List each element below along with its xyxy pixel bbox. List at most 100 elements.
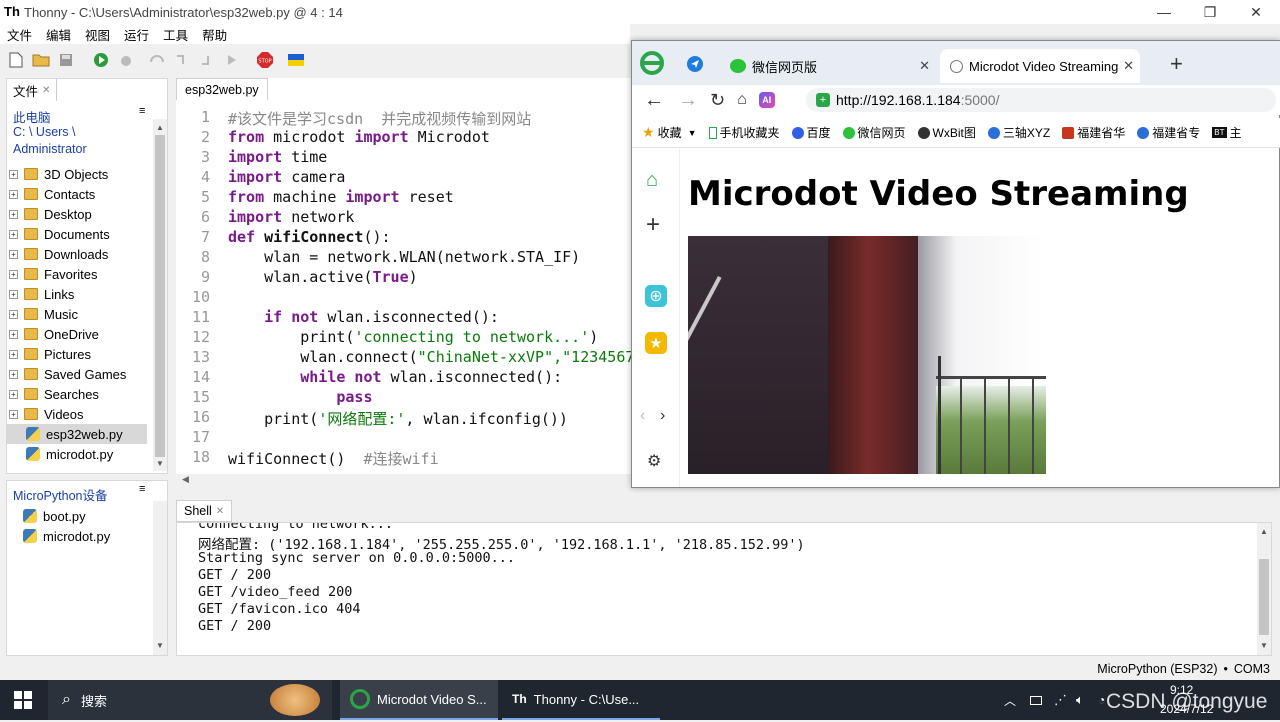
file-tree-item[interactable]: +3D Objects bbox=[7, 164, 147, 184]
menu-tools[interactable]: 工具 bbox=[156, 25, 195, 44]
expand-icon[interactable]: + bbox=[9, 389, 18, 399]
home-icon[interactable]: ⌂ bbox=[646, 169, 658, 192]
expand-icon[interactable]: + bbox=[9, 329, 18, 339]
add-icon[interactable]: + bbox=[646, 211, 660, 239]
file-tree-item[interactable]: + Contacts bbox=[7, 184, 147, 204]
new-file-button[interactable] bbox=[6, 50, 26, 70]
close-tab-icon[interactable]: ✕ bbox=[1123, 58, 1134, 74]
bookmark-bt[interactable]: BT 主 bbox=[1212, 124, 1242, 141]
resume-button[interactable] bbox=[222, 50, 242, 70]
port-status[interactable]: COM3 bbox=[1234, 662, 1270, 676]
file-tree-item[interactable]: + Searches bbox=[7, 384, 147, 404]
file-tree-item[interactable]: microdot.py bbox=[7, 444, 147, 464]
bookmark-fujian2[interactable]: 福建省专 bbox=[1137, 124, 1200, 141]
bookmark-wxbit[interactable]: WxBit图 bbox=[917, 124, 976, 141]
send-icon[interactable] bbox=[686, 55, 704, 76]
bookmark-fujian1[interactable]: 福建省华 bbox=[1062, 124, 1125, 141]
editor-hscrollbar[interactable]: ◀ bbox=[176, 474, 632, 488]
close-tab-icon[interactable]: ✕ bbox=[216, 506, 224, 517]
stop-button[interactable]: STOP bbox=[255, 50, 275, 70]
expand-icon[interactable]: + bbox=[9, 189, 18, 199]
device-panel-title[interactable]: MicroPython设备 bbox=[13, 485, 107, 504]
volume-icon[interactable]: 🔈︎ bbox=[1076, 680, 1084, 720]
file-tree-item[interactable]: + Videos bbox=[7, 404, 147, 424]
bookmark-favorites[interactable]: ★ 收藏 ▼ bbox=[642, 124, 697, 141]
menu-edit[interactable]: 编辑 bbox=[39, 25, 78, 44]
open-file-button[interactable] bbox=[31, 50, 51, 70]
expand-icon[interactable]: + bbox=[9, 209, 18, 219]
expand-icon[interactable]: + bbox=[9, 269, 18, 279]
file-tree-item[interactable]: + Saved Games bbox=[7, 364, 147, 384]
close-button[interactable]: ✕ bbox=[1233, 0, 1279, 24]
save-button[interactable] bbox=[56, 50, 76, 70]
minimize-button[interactable]: — bbox=[1141, 0, 1187, 24]
ukraine-flag-icon[interactable] bbox=[286, 50, 306, 70]
chevron-left-icon[interactable]: ‹ bbox=[640, 407, 645, 425]
taskbar-search[interactable]: ⌕ 搜索 bbox=[48, 680, 332, 720]
maximize-button[interactable]: ❐ bbox=[1187, 0, 1233, 24]
step-out-button[interactable] bbox=[197, 50, 217, 70]
star-app-icon[interactable]: ★ bbox=[645, 332, 667, 354]
home-button[interactable]: ⌂ bbox=[737, 91, 747, 109]
show-hidden-icons[interactable]: ︿ bbox=[1004, 680, 1016, 720]
files-scrollbar[interactable]: ▲ ▼ bbox=[153, 119, 167, 471]
expand-icon[interactable]: + bbox=[9, 249, 18, 259]
chevron-right-icon[interactable]: › bbox=[660, 407, 665, 425]
bookmark-mobile[interactable]: 手机收藏夹 bbox=[708, 124, 780, 141]
shell-scrollbar[interactable]: ▲ ▼ bbox=[1257, 523, 1271, 655]
file-tree-item[interactable]: + OneDrive bbox=[7, 324, 147, 344]
run-button[interactable] bbox=[91, 50, 111, 70]
menu-help[interactable]: 帮助 bbox=[195, 25, 234, 44]
device-menu-icon[interactable]: ≡ bbox=[139, 483, 145, 495]
forward-button[interactable]: → bbox=[678, 89, 698, 112]
taskbar-app-browser[interactable]: Microdot Video S... bbox=[340, 680, 498, 720]
expand-icon[interactable]: + bbox=[9, 409, 18, 419]
reload-button[interactable]: ↻ bbox=[710, 90, 725, 111]
shell-tab[interactable]: Shell ✕ bbox=[176, 500, 233, 522]
windows-start-button[interactable] bbox=[14, 680, 32, 720]
file-tree-item[interactable]: + Links bbox=[7, 284, 147, 304]
tab-wechat[interactable]: 微信网页版 ✕ bbox=[720, 49, 936, 83]
wifi-icon[interactable]: ⋰ bbox=[1054, 680, 1067, 720]
step-over-button[interactable] bbox=[147, 50, 167, 70]
bookmark-baidu[interactable]: 百度 bbox=[791, 124, 831, 141]
menu-view[interactable]: 视图 bbox=[78, 25, 117, 44]
file-tree-item[interactable]: + Documents bbox=[7, 224, 147, 244]
debug-button[interactable] bbox=[116, 50, 136, 70]
path-crumb-1[interactable]: C: \ Users \ bbox=[13, 125, 76, 139]
editor-tab[interactable]: esp32web.py bbox=[176, 78, 268, 100]
file-tree-item[interactable]: esp32web.py bbox=[7, 424, 147, 444]
file-tree-item[interactable]: + Pictures bbox=[7, 344, 147, 364]
ime-icon[interactable]: ◔ bbox=[1098, 680, 1105, 720]
expand-icon[interactable]: + bbox=[9, 229, 18, 239]
close-tab-icon[interactable]: ✕ bbox=[42, 85, 50, 96]
app-icon[interactable]: ⊕ bbox=[645, 285, 667, 307]
expand-icon[interactable]: + bbox=[9, 289, 18, 299]
address-bar[interactable]: + http://192.168.1.184:5000/ bbox=[806, 88, 1276, 112]
file-tree-item[interactable]: + Desktop bbox=[7, 204, 147, 224]
expand-icon[interactable]: + bbox=[9, 369, 18, 379]
menu-file[interactable]: 文件 bbox=[0, 25, 39, 44]
expand-icon[interactable]: + bbox=[9, 169, 18, 179]
expand-icon[interactable]: + bbox=[9, 309, 18, 319]
step-into-button[interactable] bbox=[172, 50, 192, 70]
settings-gear-icon[interactable]: ⚙ bbox=[647, 451, 661, 471]
this-pc-label[interactable]: 此电脑 bbox=[13, 107, 51, 126]
taskbar-app-thonny[interactable]: Th Thonny - C:\Use... bbox=[502, 680, 660, 720]
file-tree-item[interactable]: + Favorites bbox=[7, 264, 147, 284]
interpreter-status[interactable]: MicroPython (ESP32) bbox=[1097, 662, 1217, 676]
new-tab-button[interactable]: + bbox=[1170, 51, 1183, 77]
file-tree-item[interactable]: + Downloads bbox=[7, 244, 147, 264]
expand-icon[interactable]: + bbox=[9, 349, 18, 359]
ai-icon[interactable]: AI bbox=[758, 92, 775, 108]
bookmark-xyz[interactable]: 三轴XYZ bbox=[987, 124, 1050, 141]
battery-icon[interactable] bbox=[1030, 680, 1042, 720]
menu-run[interactable]: 运行 bbox=[117, 25, 156, 44]
close-tab-icon[interactable]: ✕ bbox=[919, 58, 930, 74]
back-button[interactable]: ← bbox=[644, 89, 664, 112]
tab-microdot[interactable]: Microdot Video Streaming ✕ bbox=[940, 49, 1140, 83]
file-tree-item[interactable]: + Music bbox=[7, 304, 147, 324]
bookmark-wechat[interactable]: 微信网页 bbox=[842, 124, 906, 141]
path-crumb-2[interactable]: Administrator bbox=[13, 142, 87, 156]
files-tab[interactable]: 文件 ✕ bbox=[7, 79, 58, 101]
